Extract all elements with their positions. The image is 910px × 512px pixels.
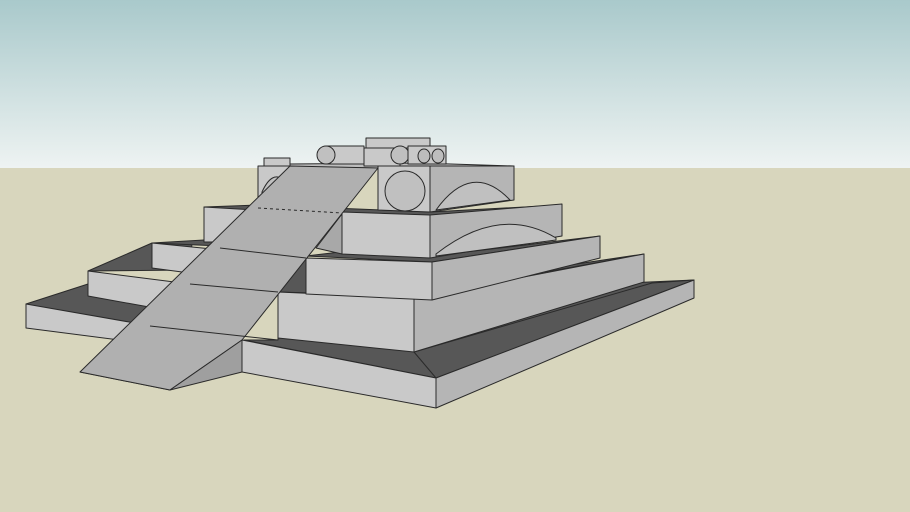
3d-viewport[interactable] (0, 0, 910, 512)
tier4-front-right (341, 211, 431, 259)
temple-front-arch-circle (384, 170, 426, 212)
pyramid-model-canvas[interactable] (0, 0, 910, 512)
tier3-front-right (305, 257, 433, 301)
sky (0, 0, 910, 168)
roof-cylinder-mid (390, 145, 410, 165)
roof-cylinder-end-left (316, 145, 336, 165)
roof-cylinder-right-2 (431, 148, 445, 164)
roof-block-left (263, 157, 291, 167)
roof-cylinder-right-1 (417, 148, 431, 164)
